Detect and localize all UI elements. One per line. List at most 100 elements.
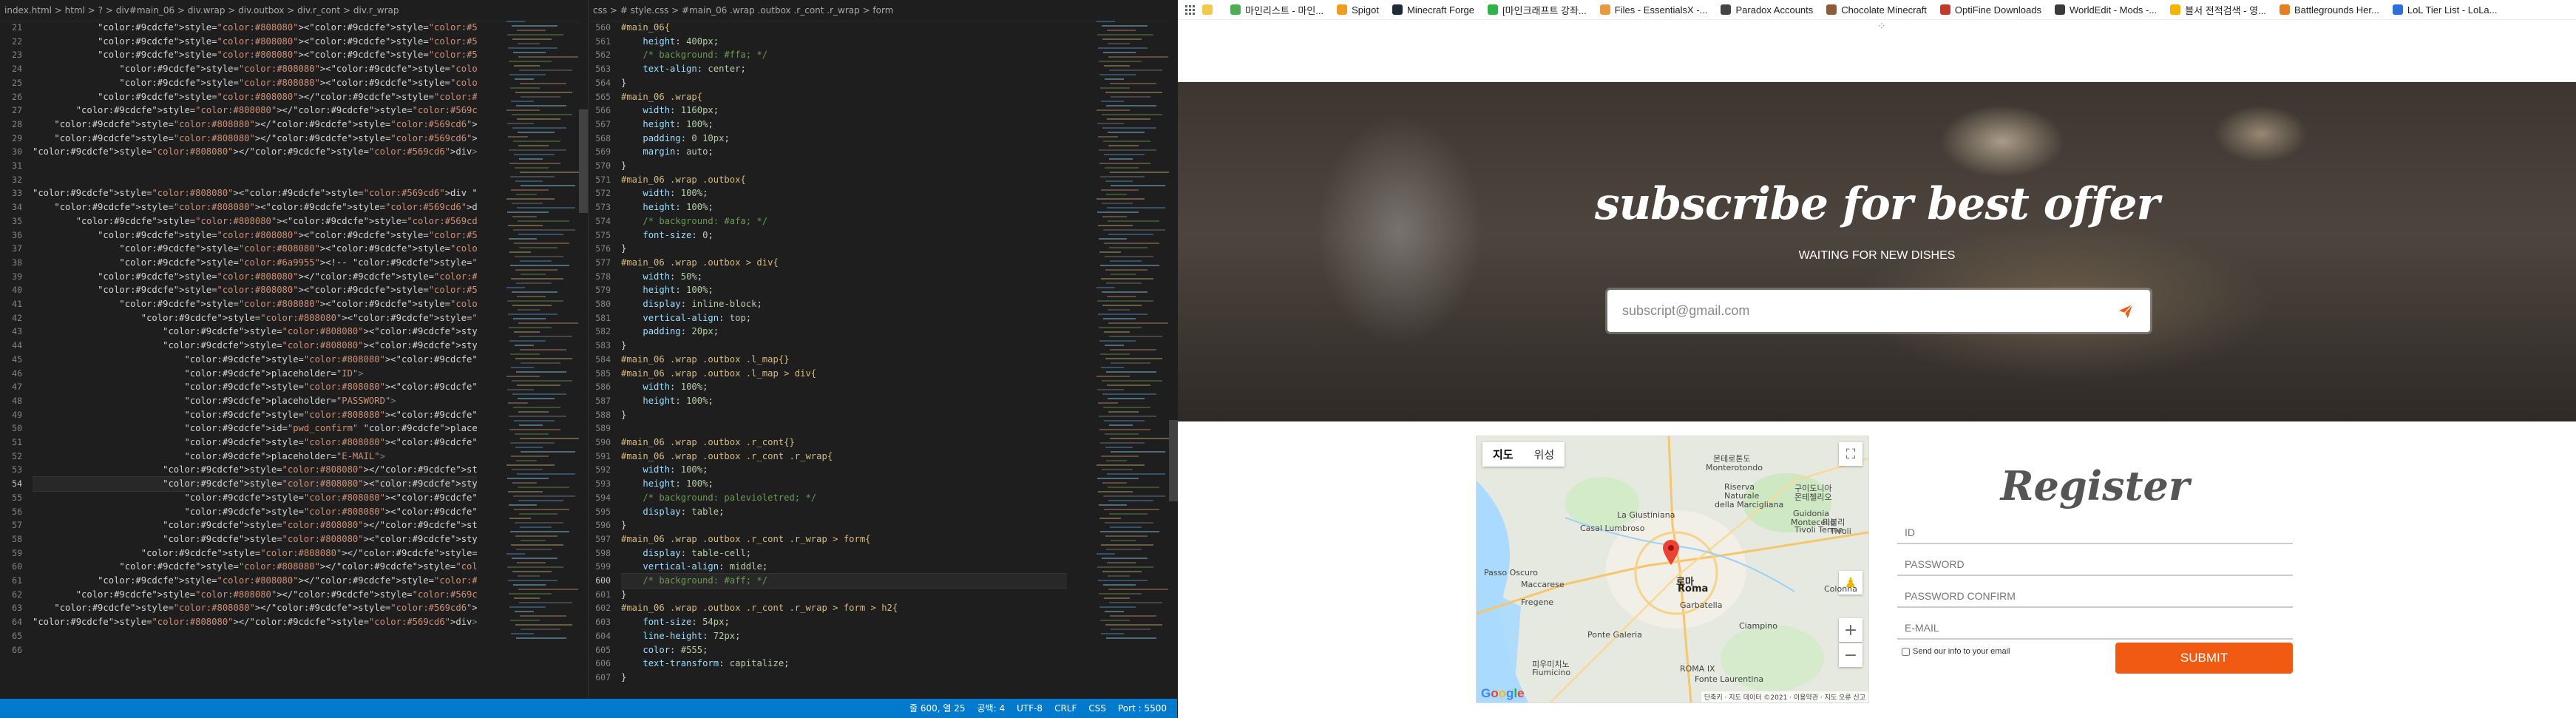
code-area[interactable]: 560 561 562 563 564 565 566 567 568 569 570 571 572 5… <box>589 21 1178 699</box>
fullscreen-icon[interactable]: ⛶ <box>1839 442 1862 466</box>
minimap[interactable] <box>506 21 581 699</box>
code-line[interactable]: "color:#9cdcfe">placeholder="ID"> <box>33 367 363 381</box>
code-line[interactable]: #main_06 .wrap .outbox .r_cont .r_wrap >… <box>621 532 871 546</box>
code-line[interactable]: "color:#9cdcfe">style="color:#808080"></… <box>33 588 477 602</box>
paper-plane-icon[interactable] <box>2118 303 2134 319</box>
code-line[interactable]: #main_06 .wrap .outbox .l_map{} <box>621 353 789 367</box>
map-tab-map[interactable]: 지도 <box>1482 442 1524 467</box>
code-line[interactable]: "color:#9cdcfe">style="color:#808080"><"… <box>33 242 477 256</box>
code-line[interactable]: "color:#9cdcfe">placeholder="PASSWORD"> <box>33 394 396 408</box>
code-line[interactable]: "color:#9cdcfe">style="color:#6a9955"><!… <box>33 256 477 270</box>
send-info-checkbox-row[interactable]: Send our info to your email <box>1897 647 2010 656</box>
bookmark-item[interactable]: WorldEdit - Mods -... <box>2054 3 2157 17</box>
email-field[interactable] <box>1897 617 2293 640</box>
code-line[interactable]: } <box>621 242 626 256</box>
code-line[interactable]: text-align: center; <box>621 62 745 76</box>
code-line[interactable]: /* background: #afa; */ <box>621 214 767 228</box>
password-field[interactable] <box>1897 554 2293 576</box>
code-line[interactable]: } <box>621 518 626 532</box>
code-line[interactable]: font-size: 0; <box>621 228 713 243</box>
code-line[interactable]: "color:#9cdcfe">style="color:#808080"><"… <box>33 228 477 243</box>
code-line[interactable]: /* background: #ffa; */ <box>621 48 767 62</box>
code-line[interactable]: "color:#9cdcfe">id="pwd_confirm" "color:… <box>33 421 477 436</box>
map-marker-icon[interactable] <box>1663 540 1679 565</box>
code-line[interactable]: "color:#9cdcfe">style="color:#808080"><"… <box>33 62 477 76</box>
code-line[interactable]: line-height: 72px; <box>621 629 740 643</box>
bookmark-item[interactable]: OptiFine Downloads <box>1939 3 2041 17</box>
code-line[interactable]: vertical-align: top; <box>621 311 751 325</box>
code-line[interactable]: "color:#9cdcfe">style="color:#808080"><"… <box>33 214 477 228</box>
code-line[interactable]: "color:#9cdcfe">style="color:#808080"></… <box>33 601 477 615</box>
status-item[interactable]: UTF-8 <box>1017 703 1043 714</box>
code-line[interactable]: display: inline-block; <box>621 297 762 311</box>
code-line[interactable]: "color:#9cdcfe">placeholder="E-MAIL"> <box>33 450 385 464</box>
code-line[interactable]: margin: auto; <box>621 145 713 159</box>
code-lines[interactable]: "color:#9cdcfe">style="color:#808080"><"… <box>33 21 477 699</box>
code-line[interactable]: vertical-align: middle; <box>621 560 767 574</box>
status-item[interactable]: CRLF <box>1054 703 1077 714</box>
code-line[interactable]: height: 100%; <box>621 200 713 214</box>
code-line[interactable]: width: 100%; <box>621 380 708 394</box>
bookmark-item[interactable]: Minecraft Forge <box>1392 3 1474 17</box>
code-line[interactable]: "color:#9cdcfe">style="color:#808080"><"… <box>33 21 477 35</box>
code-line[interactable]: text-transform: capitalize; <box>621 657 789 671</box>
css-editor-pane[interactable]: css > # style.css > #main_06 .wrap .outb… <box>588 0 1178 718</box>
status-item[interactable]: 줄 600, 열 25 <box>909 703 966 714</box>
code-line[interactable]: "color:#9cdcfe">style="color:#808080"><"… <box>33 491 477 505</box>
code-line[interactable]: #main_06 .wrap .outbox .r_cont .r_wrap >… <box>621 601 898 615</box>
scrollbar-thumb[interactable] <box>1169 420 1178 501</box>
code-line[interactable]: "color:#9cdcfe">style="color:#808080"><"… <box>33 311 477 325</box>
status-item[interactable]: Port : 5500 <box>1118 703 1167 714</box>
code-line[interactable]: "color:#9cdcfe">style="color:#808080"><"… <box>33 283 477 297</box>
code-lines[interactable]: #main_06{ height: 400px; /* background: … <box>621 21 1067 699</box>
code-line[interactable]: "color:#9cdcfe">style="color:#808080"><"… <box>33 408 477 422</box>
submit-button[interactable]: SUBMIT <box>2115 643 2293 674</box>
code-line[interactable]: "color:#9cdcfe">style="color:#808080"><"… <box>33 532 477 546</box>
code-line[interactable]: "color:#9cdcfe">style="color:#808080"></… <box>33 615 477 629</box>
code-line[interactable]: "color:#9cdcfe">style="color:#808080"></… <box>33 574 477 588</box>
code-line[interactable]: color: #555; <box>621 643 708 657</box>
code-line[interactable]: "color:#9cdcfe">style="color:#808080"></… <box>33 145 477 159</box>
code-line[interactable]: "color:#9cdcfe">style="color:#808080"><"… <box>33 297 477 311</box>
code-line[interactable]: } <box>621 671 626 685</box>
code-line[interactable]: #main_06 .wrap{ <box>621 90 702 104</box>
code-line[interactable]: #main_06 .wrap .outbox .l_map > div{ <box>621 367 816 381</box>
code-line[interactable]: "color:#9cdcfe">style="color:#808080"></… <box>33 518 477 532</box>
code-line[interactable]: "color:#9cdcfe">style="color:#808080"></… <box>33 132 477 146</box>
code-line[interactable]: height: 100%; <box>621 118 713 132</box>
code-line[interactable]: "color:#9cdcfe">style="color:#808080"></… <box>33 104 477 118</box>
code-line[interactable]: #main_06{ <box>621 21 670 35</box>
code-line[interactable]: #main_06 .wrap .outbox{ <box>621 173 746 187</box>
code-line[interactable]: height: 400px; <box>621 35 719 49</box>
vertical-scrollbar[interactable] <box>1169 21 1178 699</box>
code-line[interactable]: width: 50%; <box>621 270 702 284</box>
zoom-out-icon[interactable]: − <box>1839 643 1862 667</box>
bookmark-item[interactable]: Chocolate Minecraft <box>1826 3 1927 17</box>
code-line[interactable]: font-size: 54px; <box>621 615 729 629</box>
apps-grid-icon[interactable] <box>1185 4 1195 15</box>
code-line[interactable]: "color:#9cdcfe">style="color:#808080"></… <box>33 270 477 284</box>
editor-breadcrumb[interactable]: css > # style.css > #main_06 .wrap .outb… <box>589 0 1178 21</box>
bookmark-folder[interactable] <box>1202 4 1217 15</box>
code-line[interactable]: display: table-cell; <box>621 546 751 560</box>
vertical-scrollbar[interactable] <box>579 21 588 699</box>
code-line[interactable]: /* background: #aff; */ <box>621 573 1067 589</box>
code-line[interactable]: display: table; <box>621 505 724 519</box>
code-line[interactable]: "color:#9cdcfe">style="color:#808080"></… <box>33 90 477 104</box>
code-line[interactable]: width: 100%; <box>621 186 708 200</box>
bookmark-item[interactable]: [마인크래프트 강좌... <box>1488 3 1587 17</box>
code-line[interactable]: "color:#9cdcfe">style="color:#808080"><"… <box>33 380 477 394</box>
code-line[interactable]: "color:#9cdcfe">style="color:#808080"><"… <box>33 76 477 90</box>
code-line[interactable]: "color:#9cdcfe">style="color:#808080"><"… <box>33 48 477 62</box>
subscribe-email-input[interactable] <box>1607 290 2095 332</box>
code-line[interactable]: "color:#9cdcfe">style="color:#808080"><"… <box>33 505 477 519</box>
browser-viewport[interactable]: 마인리스트 - 마인... Spigot Minecraft Forge [마인크래프… <box>1178 0 2576 718</box>
status-item[interactable]: 공백: 4 <box>977 703 1006 714</box>
html-editor-pane[interactable]: index.html > html > ? > div#main_06 > di… <box>0 0 588 718</box>
code-line[interactable]: width: 1160px; <box>621 104 719 118</box>
code-line[interactable]: "color:#9cdcfe">style="color:#808080"></… <box>33 463 477 477</box>
code-line[interactable]: "color:#9cdcfe">style="color:#808080"></… <box>33 118 477 132</box>
code-line[interactable]: } <box>621 588 626 602</box>
code-line[interactable]: height: 100%; <box>621 477 713 491</box>
code-line[interactable]: #main_06 .wrap .outbox > div{ <box>621 256 779 270</box>
